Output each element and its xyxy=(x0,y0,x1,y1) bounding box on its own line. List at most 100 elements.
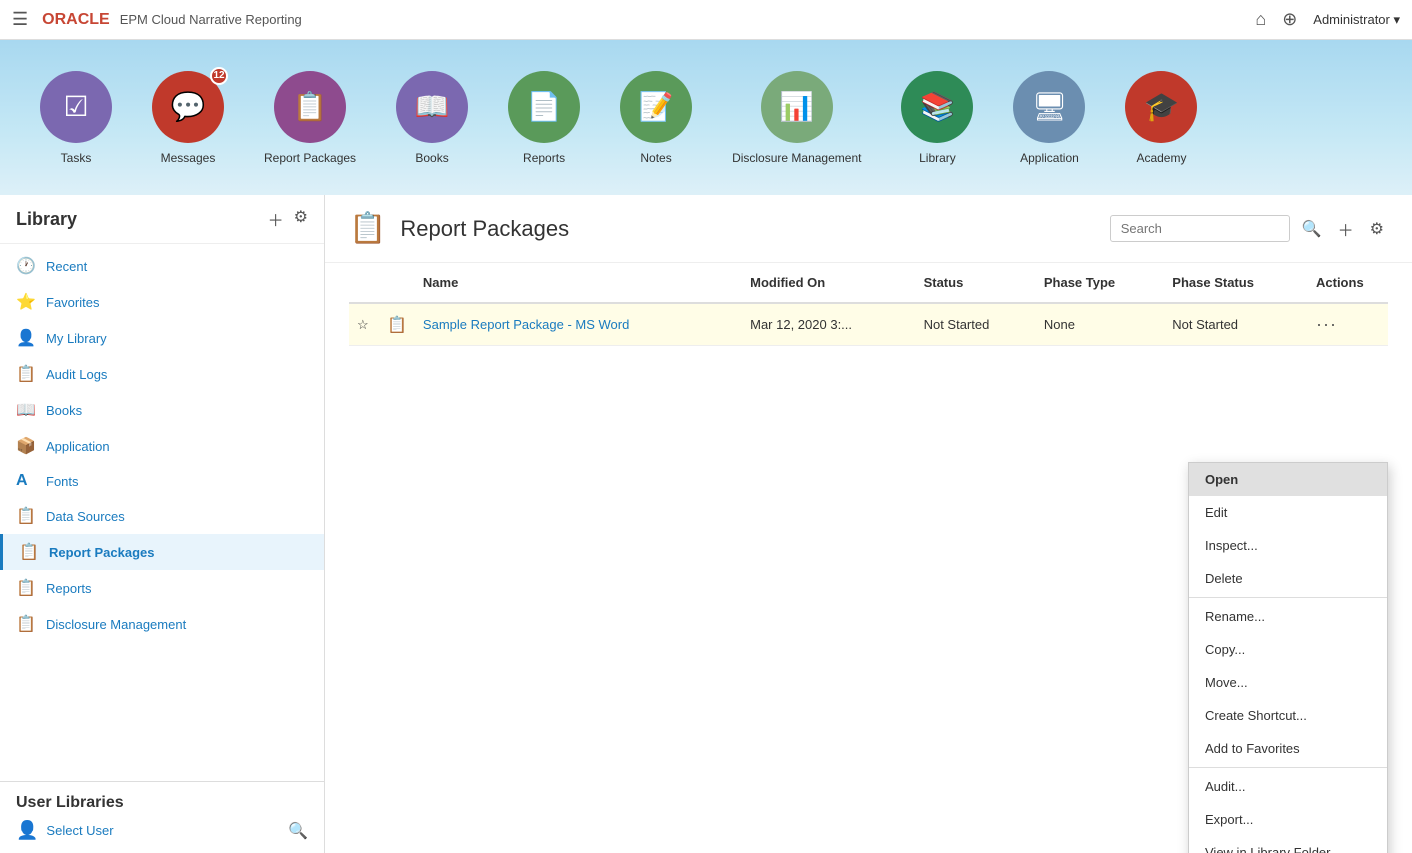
oracle-logo: ORACLE xyxy=(42,11,110,29)
sidebar-item-label-data-sources: Data Sources xyxy=(46,509,125,524)
sidebar-item-favorites[interactable]: ⭐ Favorites xyxy=(0,284,324,320)
icon-reports[interactable]: 📄 Reports xyxy=(508,71,580,165)
icon-report-packages[interactable]: 📋 Report Packages xyxy=(264,71,356,165)
sidebar-item-recent[interactable]: 🕐 Recent xyxy=(0,248,324,284)
row-star[interactable]: ☆ xyxy=(349,303,379,346)
books-icon-circle: 📖 xyxy=(396,71,468,143)
report-packages-label: Report Packages xyxy=(264,151,356,165)
context-menu-edit[interactable]: Edit xyxy=(1189,496,1387,529)
sidebar-item-fonts[interactable]: A Fonts xyxy=(0,464,324,498)
row-phase-status: Not Started xyxy=(1164,303,1308,346)
search-icon[interactable]: 🔍 xyxy=(1298,215,1326,243)
sidebar-settings-icon[interactable]: ⚙ xyxy=(294,207,308,231)
content-area: 📋 Report Packages 🔍 ＋ ⚙ Name Modified On xyxy=(325,195,1412,853)
icon-tasks[interactable]: ☑ Tasks xyxy=(40,71,112,165)
sidebar-item-label-recent: Recent xyxy=(46,259,87,274)
context-menu-export[interactable]: Export... xyxy=(1189,803,1387,836)
select-user-search-icon[interactable]: 🔍 xyxy=(288,821,308,841)
table-row: ☆ 📋 Sample Report Package - MS Word Mar … xyxy=(349,303,1388,346)
books-label: Books xyxy=(415,151,448,165)
reports-icon-circle: 📄 xyxy=(508,71,580,143)
sidebar-header-icons: ＋ ⚙ xyxy=(268,207,308,231)
context-menu: Open Edit Inspect... Delete Rename... Co… xyxy=(1188,462,1388,853)
sidebar-item-data-sources[interactable]: 📋 Data Sources xyxy=(0,498,324,534)
hamburger-menu[interactable]: ☰ xyxy=(12,9,28,30)
user-libraries-title: User Libraries xyxy=(16,794,308,812)
tasks-label: Tasks xyxy=(61,151,92,165)
icon-library[interactable]: 📚 Library xyxy=(901,71,973,165)
notes-label: Notes xyxy=(640,151,671,165)
add-icon[interactable]: ＋ xyxy=(1334,213,1358,245)
sidebar-nav: 🕐 Recent ⭐ Favorites 👤 My Library 📋 Audi… xyxy=(0,244,324,646)
sidebar-header: Library ＋ ⚙ xyxy=(0,195,324,244)
context-menu-add-to-favorites[interactable]: Add to Favorites xyxy=(1189,732,1387,765)
context-menu-move[interactable]: Move... xyxy=(1189,666,1387,699)
context-menu-view-in-library[interactable]: View in Library Folder xyxy=(1189,836,1387,853)
admin-label[interactable]: Administrator ▾ xyxy=(1313,12,1400,28)
context-menu-open[interactable]: Open xyxy=(1189,463,1387,496)
application-label: Application xyxy=(1020,151,1079,165)
col-phase-status: Phase Status xyxy=(1164,263,1308,303)
help-icon[interactable]: ⊕ xyxy=(1282,9,1297,30)
row-actions: ··· xyxy=(1308,303,1388,346)
sidebar-item-disclosure-management[interactable]: 📋 Disclosure Management xyxy=(0,606,324,642)
books-nav-icon: 📖 xyxy=(16,400,36,420)
sidebar-item-label-application: Application xyxy=(46,439,110,454)
report-packages-icon-circle: 📋 xyxy=(274,71,346,143)
col-type-icon xyxy=(379,263,415,303)
sidebar-item-label-my-library: My Library xyxy=(46,331,107,346)
sidebar-item-application[interactable]: 📦 Application xyxy=(0,428,324,464)
row-type-icon: 📋 xyxy=(379,303,415,346)
sidebar-bottom: User Libraries 👤 Select User 🔍 xyxy=(0,781,324,853)
context-menu-divider-2 xyxy=(1189,767,1387,768)
col-star xyxy=(349,263,379,303)
library-icon-circle: 📚 xyxy=(901,71,973,143)
sidebar-item-report-packages[interactable]: 📋 Report Packages xyxy=(0,534,324,570)
context-menu-inspect[interactable]: Inspect... xyxy=(1189,529,1387,562)
sidebar-item-books[interactable]: 📖 Books xyxy=(0,392,324,428)
icon-books[interactable]: 📖 Books xyxy=(396,71,468,165)
settings-icon[interactable]: ⚙ xyxy=(1366,215,1388,243)
application-icon-circle: 🖥 xyxy=(1013,71,1085,143)
disclosure-label: Disclosure Management xyxy=(732,151,861,165)
col-actions: Actions xyxy=(1308,263,1388,303)
home-icon[interactable]: ⌂ xyxy=(1255,9,1266,30)
main-layout: Library ＋ ⚙ 🕐 Recent ⭐ Favorites 👤 My Li… xyxy=(0,195,1412,853)
icon-disclosure-management[interactable]: 📊 Disclosure Management xyxy=(732,71,861,165)
top-nav-right: ⌂ ⊕ Administrator ▾ xyxy=(1255,9,1400,30)
content-header: 📋 Report Packages 🔍 ＋ ⚙ xyxy=(325,195,1412,263)
favorites-icon: ⭐ xyxy=(16,292,36,312)
row-name: Sample Report Package - MS Word xyxy=(415,303,742,346)
recent-icon: 🕐 xyxy=(16,256,36,276)
select-user[interactable]: 👤 Select User 🔍 xyxy=(16,820,308,841)
row-phase-type: None xyxy=(1036,303,1164,346)
data-sources-icon: 📋 xyxy=(16,506,36,526)
context-menu-rename[interactable]: Rename... xyxy=(1189,600,1387,633)
sidebar-add-icon[interactable]: ＋ xyxy=(268,207,284,231)
col-modified-on: Modified On xyxy=(742,263,915,303)
sidebar-item-label-report-packages: Report Packages xyxy=(49,545,155,560)
icon-academy[interactable]: 🎓 Academy xyxy=(1125,71,1197,165)
sidebar-item-label-favorites: Favorites xyxy=(46,295,99,310)
col-name: Name xyxy=(415,263,742,303)
icon-notes[interactable]: 📝 Notes xyxy=(620,71,692,165)
sidebar-item-my-library[interactable]: 👤 My Library xyxy=(0,320,324,356)
context-menu-create-shortcut[interactable]: Create Shortcut... xyxy=(1189,699,1387,732)
more-actions-button[interactable]: ··· xyxy=(1316,314,1337,334)
application-nav-icon: 📦 xyxy=(16,436,36,456)
context-menu-copy[interactable]: Copy... xyxy=(1189,633,1387,666)
sidebar-item-audit-logs[interactable]: 📋 Audit Logs xyxy=(0,356,324,392)
icon-messages[interactable]: 💬 12 Messages xyxy=(152,71,224,165)
data-table: Name Modified On Status Phase Type Phase… xyxy=(349,263,1388,346)
row-name-link[interactable]: Sample Report Package - MS Word xyxy=(423,317,629,332)
row-status: Not Started xyxy=(916,303,1036,346)
search-input[interactable] xyxy=(1110,215,1290,242)
reports-nav-icon: 📋 xyxy=(16,578,36,598)
content-header-right: 🔍 ＋ ⚙ xyxy=(1110,213,1388,245)
select-user-label: Select User xyxy=(46,823,113,838)
context-menu-audit[interactable]: Audit... xyxy=(1189,770,1387,803)
sidebar-scroll: 🕐 Recent ⭐ Favorites 👤 My Library 📋 Audi… xyxy=(0,244,324,781)
icon-application[interactable]: 🖥 Application xyxy=(1013,71,1085,165)
sidebar-item-reports[interactable]: 📋 Reports xyxy=(0,570,324,606)
context-menu-delete[interactable]: Delete xyxy=(1189,562,1387,595)
